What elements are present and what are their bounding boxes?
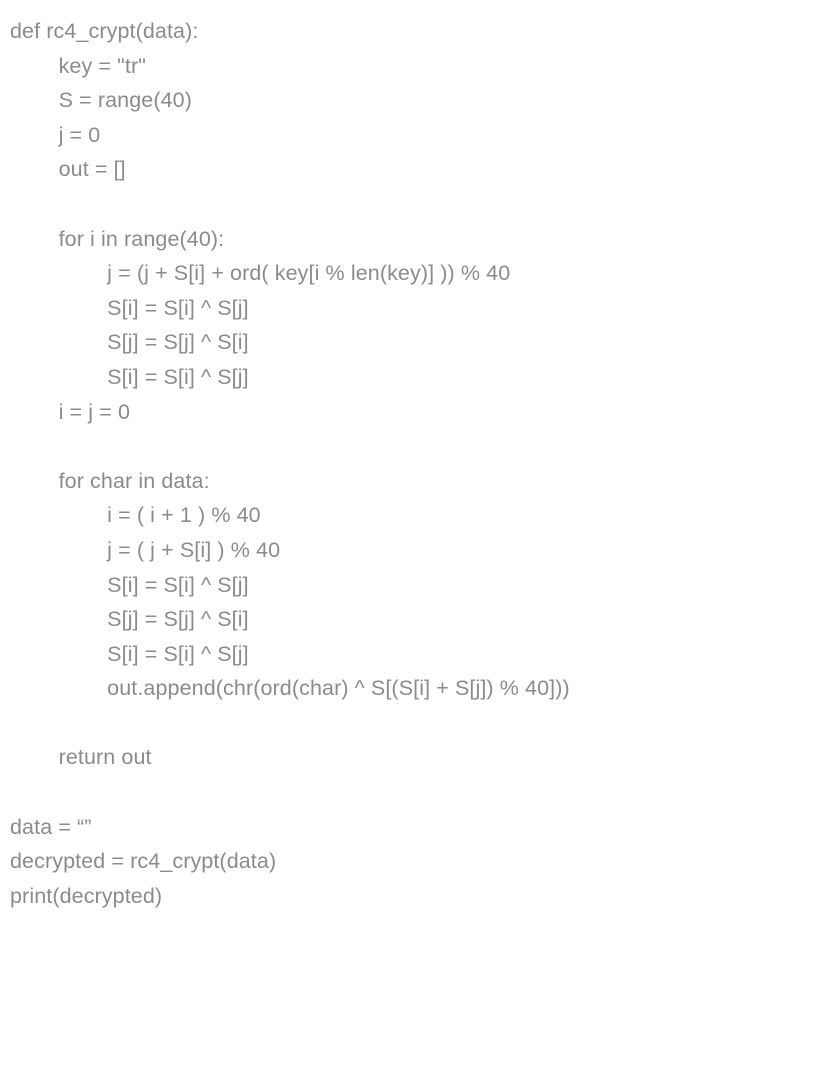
code-line: for char in data: <box>10 469 210 493</box>
code-line: S = range(40) <box>10 88 192 112</box>
code-line: out.append(chr(ord(char) ^ S[(S[i] + S[j… <box>10 676 570 700</box>
code-line: for i in range(40): <box>10 227 224 251</box>
code-line: S[j] = S[j] ^ S[i] <box>10 330 249 354</box>
code-line: S[i] = S[i] ^ S[j] <box>10 365 249 389</box>
code-line: def rc4_crypt(data): <box>10 19 198 43</box>
code-line: key = "tr" <box>10 54 146 78</box>
code-line: j = (j + S[i] + ord( key[i % len(key)] )… <box>10 261 510 285</box>
code-line: S[i] = S[i] ^ S[j] <box>10 296 249 320</box>
code-line: out = [] <box>10 157 126 181</box>
code-line: i = j = 0 <box>10 400 130 424</box>
code-line: j = 0 <box>10 123 100 147</box>
code-line: data = “” <box>10 815 92 839</box>
code-line: i = ( i + 1 ) % 40 <box>10 503 261 527</box>
code-line: print(decrypted) <box>10 884 162 908</box>
code-line: return out <box>10 745 152 769</box>
code-line: S[j] = S[j] ^ S[i] <box>10 607 249 631</box>
code-line: decrypted = rc4_crypt(data) <box>10 849 276 873</box>
code-line: j = ( j + S[i] ) % 40 <box>10 538 280 562</box>
code-line: S[i] = S[i] ^ S[j] <box>10 642 249 666</box>
code-snippet: def rc4_crypt(data): key = "tr" S = rang… <box>0 0 814 923</box>
code-line: S[i] = S[i] ^ S[j] <box>10 573 249 597</box>
